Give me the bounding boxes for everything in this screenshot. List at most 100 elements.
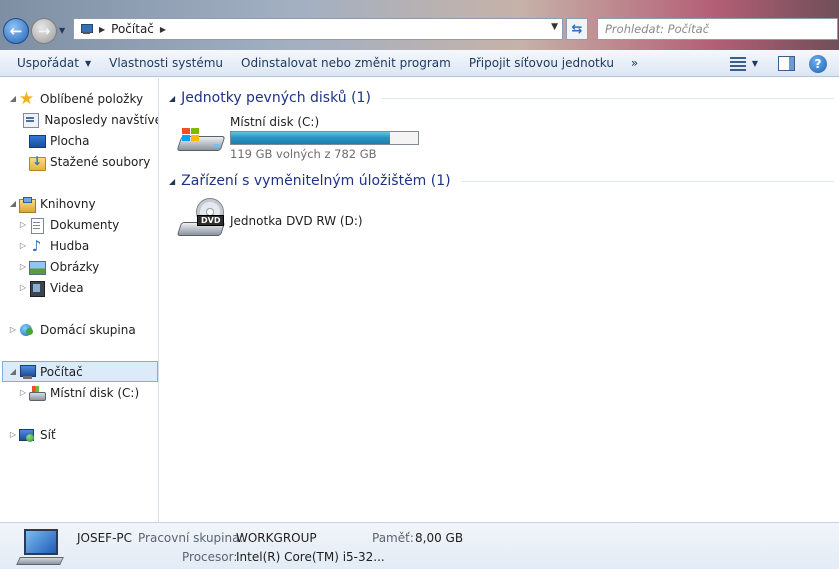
collapse-icon[interactable]: ◢ bbox=[8, 367, 18, 376]
star-icon: ★ bbox=[18, 88, 35, 109]
collapse-icon[interactable]: ◢ bbox=[169, 177, 175, 186]
breadcrumb-separator-icon[interactable]: ▶ bbox=[160, 25, 166, 34]
downloads-folder-icon bbox=[28, 154, 46, 171]
memory-label: Paměť: bbox=[372, 531, 414, 545]
help-icon[interactable]: ? bbox=[809, 54, 827, 73]
search-input[interactable]: Prohledat: Počítač bbox=[597, 18, 838, 40]
nav-favorites-label: Oblíbené položky bbox=[40, 91, 144, 106]
content-pane: ◢ Jednotky pevných disků (1) Místní disk… bbox=[160, 78, 839, 522]
drive-c-name[interactable]: Místní disk (C:) bbox=[230, 115, 319, 129]
local-disk-icon bbox=[28, 385, 46, 401]
nav-videos[interactable]: ▷ Videa bbox=[18, 277, 158, 298]
details-pane: JOSEF-PC Pracovní skupina: WORKGROUP Pam… bbox=[0, 522, 839, 569]
nav-favorites[interactable]: ◢ ★ Oblíbené položky bbox=[8, 88, 158, 109]
organize-label: Uspořádat bbox=[17, 56, 79, 70]
nav-desktop-label: Plocha bbox=[50, 133, 90, 148]
collapse-icon[interactable]: ◢ bbox=[8, 94, 18, 103]
drive-c-capacity-bar bbox=[230, 131, 419, 145]
change-view-icon[interactable] bbox=[729, 56, 746, 71]
breadcrumb-separator-icon[interactable]: ▶ bbox=[99, 25, 105, 34]
drive-c-free-space: 119 GB volných z 782 GB bbox=[230, 147, 377, 161]
group-title: Zařízení s vyměnitelným úložištěm (1) bbox=[181, 173, 451, 189]
system-properties-button[interactable]: Vlastnosti systému bbox=[100, 50, 232, 77]
computer-large-icon bbox=[16, 529, 64, 567]
nav-music[interactable]: ▷ ♪ Hudba bbox=[18, 235, 158, 256]
address-history-dropdown[interactable]: ▼ bbox=[551, 22, 558, 32]
breadcrumb-computer[interactable]: Počítač bbox=[111, 22, 154, 36]
expand-icon[interactable]: ▷ bbox=[8, 325, 18, 334]
map-network-drive-button[interactable]: Připojit síťovou jednotku bbox=[460, 50, 623, 77]
command-bar: Uspořádat ▼ Vlastnosti systému Odinstalo… bbox=[0, 50, 839, 77]
nav-pictures[interactable]: ▷ Obrázky bbox=[18, 256, 158, 277]
expand-icon[interactable]: ▷ bbox=[18, 283, 28, 292]
nav-documents[interactable]: ▷ Dokumenty bbox=[18, 214, 158, 235]
processor-label: Procesor: bbox=[182, 550, 238, 564]
refresh-button[interactable]: ⇆ bbox=[566, 18, 588, 40]
computer-icon bbox=[79, 23, 93, 35]
videos-icon bbox=[28, 280, 45, 297]
collapse-icon[interactable]: ◢ bbox=[169, 94, 175, 103]
group-title: Jednotky pevných disků (1) bbox=[181, 90, 371, 106]
dvd-badge: DVD bbox=[197, 215, 225, 226]
nav-local-disk-label: Místní disk (C:) bbox=[50, 385, 140, 400]
preview-pane-icon[interactable] bbox=[778, 56, 795, 71]
pictures-icon bbox=[28, 259, 46, 275]
nav-downloads[interactable]: Stažené soubory bbox=[18, 151, 158, 172]
view-options-dropdown[interactable]: ▼ bbox=[752, 59, 758, 68]
chevron-down-icon: ▼ bbox=[84, 58, 92, 68]
expand-icon[interactable]: ▷ bbox=[18, 388, 28, 397]
address-row: ← → ▼ ▶ Počítač ▶ ▼ ⇆ Prohledat: Počítač bbox=[0, 0, 839, 50]
workgroup-value: WORKGROUP bbox=[236, 531, 317, 545]
workgroup-label: Pracovní skupina: bbox=[138, 531, 244, 545]
forward-button[interactable]: → bbox=[31, 18, 57, 44]
nav-downloads-label: Stažené soubory bbox=[50, 154, 151, 169]
group-header-removable[interactable]: ◢ Zařízení s vyměnitelným úložištěm (1) bbox=[169, 170, 834, 192]
dvd-drive-icon[interactable]: DVD bbox=[176, 196, 228, 242]
expand-icon[interactable]: ▷ bbox=[18, 241, 28, 250]
expand-icon[interactable]: ▷ bbox=[8, 430, 18, 439]
nav-music-label: Hudba bbox=[50, 238, 90, 253]
nav-libraries[interactable]: ◢ Knihovny bbox=[8, 193, 158, 214]
nav-homegroup[interactable]: ▷ Domácí skupina bbox=[8, 319, 158, 340]
drive-d-name[interactable]: Jednotka DVD RW (D:) bbox=[230, 214, 363, 228]
hard-drive-icon[interactable] bbox=[176, 118, 228, 164]
forward-arrow-icon: → bbox=[37, 22, 51, 40]
nav-pictures-label: Obrázky bbox=[50, 259, 100, 274]
expand-icon[interactable]: ▷ bbox=[18, 262, 28, 271]
homegroup-icon bbox=[18, 322, 35, 338]
nav-recent-places[interactable]: Naposledy navštívené bbox=[18, 109, 158, 130]
music-icon: ♪ bbox=[31, 236, 42, 255]
nav-computer-label: Počítač bbox=[40, 364, 83, 379]
nav-desktop[interactable]: Plocha bbox=[18, 130, 158, 151]
nav-computer[interactable]: ◢ Počítač bbox=[2, 361, 158, 382]
desktop-icon bbox=[28, 133, 46, 149]
toolbar-overflow-button[interactable]: » bbox=[623, 56, 646, 70]
computer-icon bbox=[18, 364, 36, 380]
search-placeholder: Prohledat: Počítač bbox=[605, 22, 710, 36]
libraries-icon bbox=[18, 196, 36, 213]
computer-name: JOSEF-PC bbox=[77, 531, 133, 545]
memory-value: 8,00 GB bbox=[415, 531, 464, 545]
recent-places-icon bbox=[22, 112, 40, 128]
address-bar[interactable]: ▶ Počítač ▶ ▼ bbox=[73, 18, 563, 40]
refresh-icon: ⇆ bbox=[571, 21, 583, 37]
nav-network-label: Síť bbox=[40, 427, 56, 442]
network-icon bbox=[18, 427, 35, 443]
collapse-icon[interactable]: ◢ bbox=[8, 199, 18, 208]
group-header-hard-drives[interactable]: ◢ Jednotky pevných disků (1) bbox=[169, 87, 834, 109]
nav-network[interactable]: ▷ Síť bbox=[8, 424, 158, 445]
uninstall-program-button[interactable]: Odinstalovat nebo změnit program bbox=[232, 50, 460, 77]
back-arrow-icon: ← bbox=[9, 22, 23, 40]
organize-menu[interactable]: Uspořádat ▼ bbox=[8, 50, 100, 77]
recent-pages-dropdown[interactable]: ▼ bbox=[59, 26, 65, 35]
nav-documents-label: Dokumenty bbox=[50, 217, 120, 232]
drive-c-capacity-fill bbox=[231, 132, 390, 144]
nav-recent-places-label: Naposledy navštívené bbox=[44, 112, 158, 127]
nav-videos-label: Videa bbox=[50, 280, 84, 295]
back-button[interactable]: ← bbox=[3, 18, 29, 44]
expand-icon[interactable]: ▷ bbox=[18, 220, 28, 229]
navigation-pane: ◢ ★ Oblíbené položky Naposledy navštíven… bbox=[0, 78, 159, 522]
nav-local-disk-c[interactable]: ▷ Místní disk (C:) bbox=[18, 382, 158, 403]
processor-value: Intel(R) Core(TM) i5-32... bbox=[236, 550, 385, 564]
nav-libraries-label: Knihovny bbox=[40, 196, 96, 211]
